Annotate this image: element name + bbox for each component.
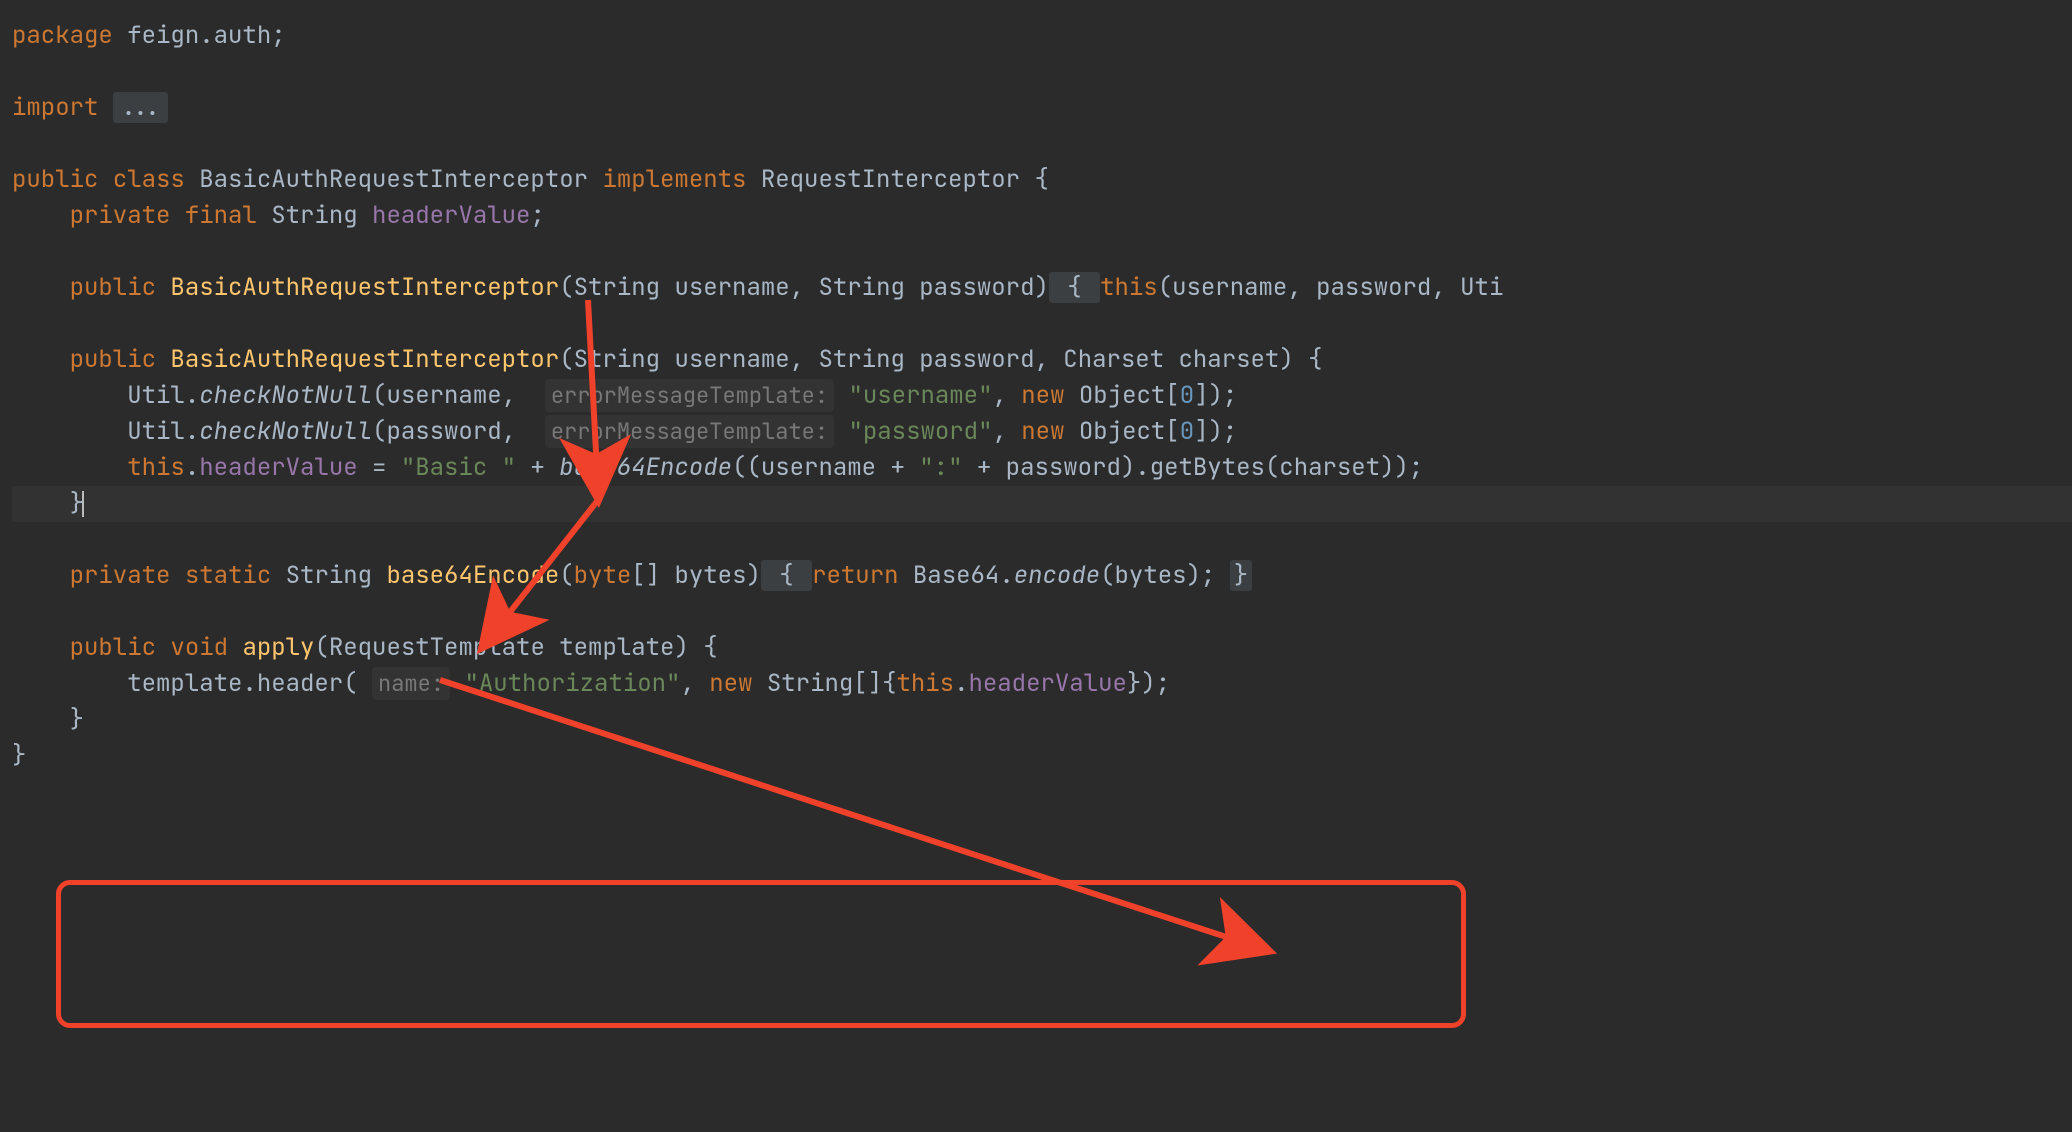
code-line[interactable]: public BasicAuthRequestInterceptor(Strin…: [12, 342, 2072, 378]
code-line[interactable]: }: [12, 738, 2072, 774]
code-line[interactable]: public class BasicAuthRequestInterceptor…: [12, 162, 2072, 198]
code-line-blank[interactable]: [12, 522, 2072, 558]
param-hint: name:: [372, 667, 450, 700]
param-hint: errorMessageTemplate:: [545, 379, 834, 412]
code-line[interactable]: public BasicAuthRequestInterceptor(Strin…: [12, 270, 2072, 306]
code-line[interactable]: template.header( name: "Authorization", …: [12, 666, 2072, 702]
code-editor[interactable]: package feign.auth; import ... public cl…: [0, 0, 2072, 1132]
fold-brace[interactable]: {: [761, 560, 812, 591]
method-checkNotNull: checkNotNull: [199, 416, 372, 447]
code-line-blank[interactable]: [12, 306, 2072, 342]
fold-brace[interactable]: }: [1230, 560, 1252, 591]
code-line[interactable]: Util.checkNotNull(username, errorMessage…: [12, 378, 2072, 414]
code-line[interactable]: private static String base64Encode(byte[…: [12, 558, 2072, 594]
param-hint: errorMessageTemplate:: [545, 415, 834, 448]
code-line[interactable]: package feign.auth;: [12, 18, 2072, 54]
method-encode: encode: [1014, 560, 1100, 591]
constructor-name: BasicAuthRequestInterceptor: [170, 272, 559, 303]
class-name: BasicAuthRequestInterceptor: [199, 164, 588, 195]
keyword-import: import: [12, 92, 98, 123]
code-line-blank[interactable]: [12, 126, 2072, 162]
method-header: header: [257, 668, 343, 699]
method-base64Encode: base64Encode: [559, 452, 732, 483]
method-apply: apply: [242, 632, 314, 663]
constructor-name: BasicAuthRequestInterceptor: [170, 344, 559, 375]
field-headerValue: headerValue: [372, 200, 530, 231]
code-line[interactable]: private final String headerValue;: [12, 198, 2072, 234]
code-line-cursor[interactable]: }: [12, 486, 2072, 522]
code-line-blank[interactable]: [12, 54, 2072, 90]
code-line[interactable]: Util.checkNotNull(password, errorMessage…: [12, 414, 2072, 450]
keyword-package: package: [12, 20, 113, 51]
code-line[interactable]: public void apply(RequestTemplate templa…: [12, 630, 2072, 666]
code-line[interactable]: import ...: [12, 90, 2072, 126]
field-headerValue: headerValue: [968, 668, 1126, 699]
interface-name: RequestInterceptor: [761, 164, 1020, 195]
fold-brace[interactable]: {: [1049, 272, 1100, 303]
import-fold[interactable]: ...: [113, 92, 168, 123]
package-name: feign.auth: [127, 20, 271, 51]
method-base64Encode: base64Encode: [386, 560, 559, 591]
text-cursor: [82, 491, 84, 517]
code-line[interactable]: }: [12, 702, 2072, 738]
code-line[interactable]: this.headerValue = "Basic " + base64Enco…: [12, 450, 2072, 486]
field-headerValue: headerValue: [199, 452, 357, 483]
method-getBytes: getBytes: [1150, 452, 1265, 483]
code-line-blank[interactable]: [12, 234, 2072, 270]
code-line-blank[interactable]: [12, 594, 2072, 630]
method-checkNotNull: checkNotNull: [199, 380, 372, 411]
